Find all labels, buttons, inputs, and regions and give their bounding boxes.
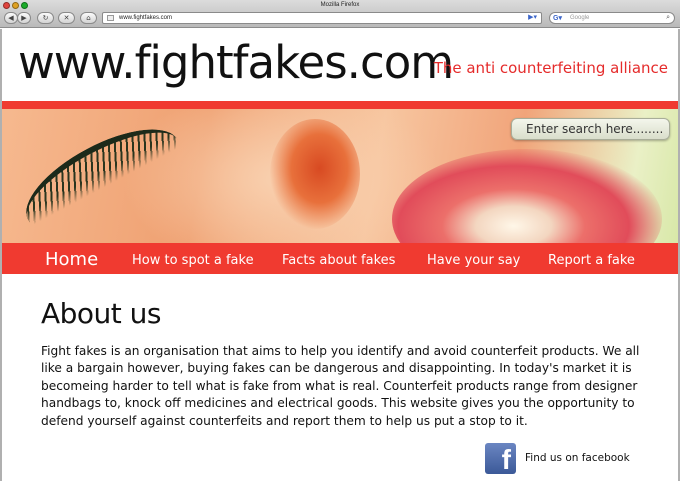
browser-toolbar: Mozilla Firefox ◀ ▶ ↻ ✕ ⌂ www.fightfakes… <box>0 0 680 28</box>
home-icon: ⌂ <box>86 14 91 22</box>
back-arrow-icon: ◀ <box>8 14 14 22</box>
forward-arrow-icon: ▶ <box>21 14 27 22</box>
nav-home[interactable]: Home <box>45 243 98 274</box>
minimize-window-button[interactable] <box>12 2 19 9</box>
back-button[interactable]: ◀ <box>4 12 18 24</box>
nav-facts-about-fakes[interactable]: Facts about fakes <box>282 243 395 274</box>
zoom-window-button[interactable] <box>21 2 28 9</box>
facebook-link[interactable]: Find us on facebook <box>525 451 630 465</box>
nav-how-to-spot-a-fake[interactable]: How to spot a fake <box>132 243 254 274</box>
magnifier-icon[interactable]: ⌕ <box>666 13 670 23</box>
about-paragraph: Fight fakes is an organisation that aims… <box>41 344 640 428</box>
nav-have-your-say[interactable]: Have your say <box>427 243 520 274</box>
main-nav: Home How to spot a fake Facts about fake… <box>2 243 678 274</box>
url-bar[interactable]: www.fightfakes.com ▶▾ <box>102 12 542 24</box>
google-icon: G▾ <box>553 15 562 22</box>
facebook-icon[interactable]: f <box>485 443 516 474</box>
forward-button[interactable]: ▶ <box>17 12 31 24</box>
stop-button[interactable]: ✕ <box>58 12 75 24</box>
close-window-button[interactable] <box>3 2 10 9</box>
site-search-input[interactable]: Enter search here........ <box>511 118 670 140</box>
page-title: About us <box>41 297 162 330</box>
browser-search-placeholder: Google <box>570 15 590 21</box>
reload-button[interactable]: ↻ <box>37 12 54 24</box>
hero-nose <box>270 119 360 229</box>
url-text: www.fightfakes.com <box>119 15 173 21</box>
browser-search-field[interactable]: G▾ Google ⌕ <box>549 12 675 24</box>
reload-icon: ↻ <box>42 14 49 22</box>
page-favicon-icon <box>107 15 114 21</box>
stop-icon: ✕ <box>63 14 70 22</box>
header-divider <box>2 101 678 109</box>
go-arrow-icon[interactable]: ▶▾ <box>528 13 537 23</box>
site-logo[interactable]: www.fightfakes.com <box>18 36 454 90</box>
window-title: Mozilla Firefox <box>320 2 360 8</box>
home-button[interactable]: ⌂ <box>80 12 97 24</box>
site-tagline: The anti counterfeiting alliance <box>433 59 668 77</box>
nav-report-a-fake[interactable]: Report a fake <box>548 243 635 274</box>
